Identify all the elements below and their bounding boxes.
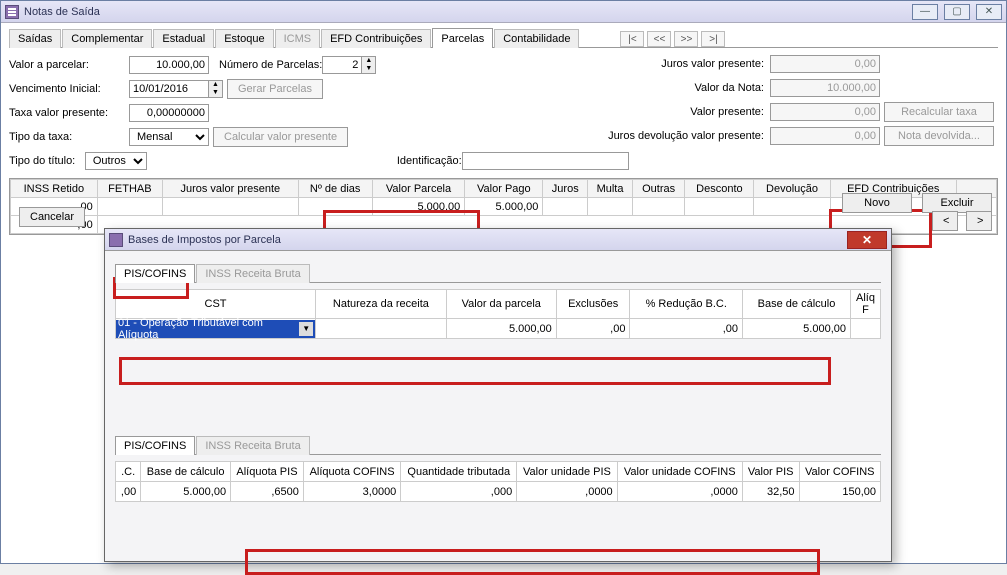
tab-parcelas[interactable]: Parcelas	[432, 28, 493, 48]
col-outras[interactable]: Outras	[632, 180, 684, 198]
num-parcelas-spinner[interactable]: ▲▼	[362, 56, 376, 74]
dialog-titlebar: Bases de Impostos por Parcela ✕	[105, 229, 891, 251]
chevron-down-icon[interactable]: ▼	[299, 322, 313, 336]
venc-inicial-label: Vencimento Inicial:	[9, 83, 129, 95]
grid1-row[interactable]: 01 - Operação Tributável com Alíquota ▼ …	[116, 319, 881, 339]
tab-icms: ICMS	[275, 29, 321, 48]
recalc-button: Recalcular taxa	[884, 102, 994, 122]
window-title: Notas de Saída	[24, 6, 912, 18]
juros-vp-label: Juros valor presente:	[595, 58, 770, 70]
maximize-button[interactable]: ▢	[944, 4, 970, 20]
valor-nota-label: Valor da Nota:	[595, 82, 770, 94]
bases-dialog: Bases de Impostos por Parcela ✕ PIS/COFI…	[104, 228, 892, 562]
dialog-icon	[109, 233, 123, 247]
venc-inicial-spinner[interactable]: ▲▼	[209, 80, 223, 98]
subtab2-inss: INSS Receita Bruta	[196, 436, 309, 455]
vp-label: Valor presente:	[595, 106, 770, 118]
subtab-inss: INSS Receita Bruta	[196, 264, 309, 283]
nav-next-button[interactable]: >>	[674, 31, 698, 47]
nav-prev-button[interactable]: <<	[647, 31, 671, 47]
juros-dev-label: Juros devolução valor presente:	[595, 130, 770, 142]
tab-contabilidade[interactable]: Contabilidade	[494, 29, 579, 48]
nav-last-button[interactable]: >|	[701, 31, 725, 47]
novo-button[interactable]: Novo	[842, 193, 912, 213]
minimize-button[interactable]: —	[912, 4, 938, 20]
tab-saidas[interactable]: Saídas	[9, 29, 61, 48]
tipo-titulo-select[interactable]: Outros	[85, 152, 147, 170]
identificacao-label: Identificação:	[397, 155, 462, 167]
taxa-input[interactable]	[129, 104, 209, 122]
col-desc[interactable]: Desconto	[685, 180, 754, 198]
identificacao-input[interactable]	[462, 152, 629, 170]
tipo-taxa-label: Tipo da taxa:	[9, 131, 129, 143]
col-fethab[interactable]: FETHAB	[97, 180, 162, 198]
cancelar-button[interactable]: Cancelar	[19, 207, 85, 227]
page-prev-button[interactable]: <	[932, 211, 958, 231]
vp-field	[770, 103, 880, 121]
tipo-titulo-label: Tipo do título:	[9, 155, 85, 167]
col-inss[interactable]: INSS Retido	[11, 180, 98, 198]
subtab2-piscofins[interactable]: PIS/COFINS	[115, 436, 195, 455]
valor-nota-field	[770, 79, 880, 97]
piscofins-grid-2: .C. Base de cálculo Alíquota PIS Alíquot…	[115, 461, 881, 502]
piscofins-grid-1: CST Natureza da receita Valor da parcela…	[115, 289, 881, 339]
gerar-parcelas-button: Gerar Parcelas	[227, 79, 323, 99]
titlebar: Notas de Saída — ▢ ✕	[1, 1, 1006, 23]
valor-a-parcelar-label: Valor a parcelar:	[9, 59, 129, 71]
app-icon	[5, 5, 19, 19]
col-vparc[interactable]: Valor Parcela	[372, 180, 465, 198]
subtab-piscofins[interactable]: PIS/COFINS	[115, 264, 195, 283]
col-multa[interactable]: Multa	[588, 180, 633, 198]
taxa-label: Taxa valor presente:	[9, 107, 129, 119]
cst-select[interactable]: 01 - Operação Tributável com Alíquota ▼	[116, 320, 315, 338]
num-parcelas-input[interactable]	[322, 56, 362, 74]
col-vpago[interactable]: Valor Pago	[465, 180, 543, 198]
juros-vp-field	[770, 55, 880, 73]
juros-dev-field	[770, 127, 880, 145]
dialog-title: Bases de Impostos por Parcela	[128, 234, 847, 246]
tab-efd[interactable]: EFD Contribuições	[321, 29, 431, 48]
num-parcelas-label: Número de Parcelas:	[219, 59, 322, 71]
tab-complementar[interactable]: Complementar	[62, 29, 152, 48]
col-juros[interactable]: Juros	[543, 180, 588, 198]
dialog-close-button[interactable]: ✕	[847, 231, 887, 249]
tab-estoque[interactable]: Estoque	[215, 29, 273, 48]
tipo-taxa-select[interactable]: Mensal	[129, 128, 209, 146]
col-jvp[interactable]: Juros valor presente	[163, 180, 299, 198]
col-dias[interactable]: Nº de dias	[298, 180, 372, 198]
grid2-row[interactable]: ,00 5.000,00 ,6500 3,0000 ,000 ,0000 ,00…	[116, 482, 881, 502]
nav-first-button[interactable]: |<	[620, 31, 644, 47]
page-next-button[interactable]: >	[966, 211, 992, 231]
calc-vp-button: Calcular valor presente	[213, 127, 348, 147]
valor-a-parcelar-input[interactable]	[129, 56, 209, 74]
venc-inicial-input[interactable]	[129, 80, 209, 98]
excluir-button[interactable]: Excluir	[922, 193, 992, 213]
col-dev[interactable]: Devolução	[754, 180, 830, 198]
nota-dev-button: Nota devolvida...	[884, 126, 994, 146]
main-tabs: Saídas Complementar Estadual Estoque ICM…	[9, 27, 998, 48]
close-button[interactable]: ✕	[976, 4, 1002, 20]
tab-estadual[interactable]: Estadual	[153, 29, 214, 48]
